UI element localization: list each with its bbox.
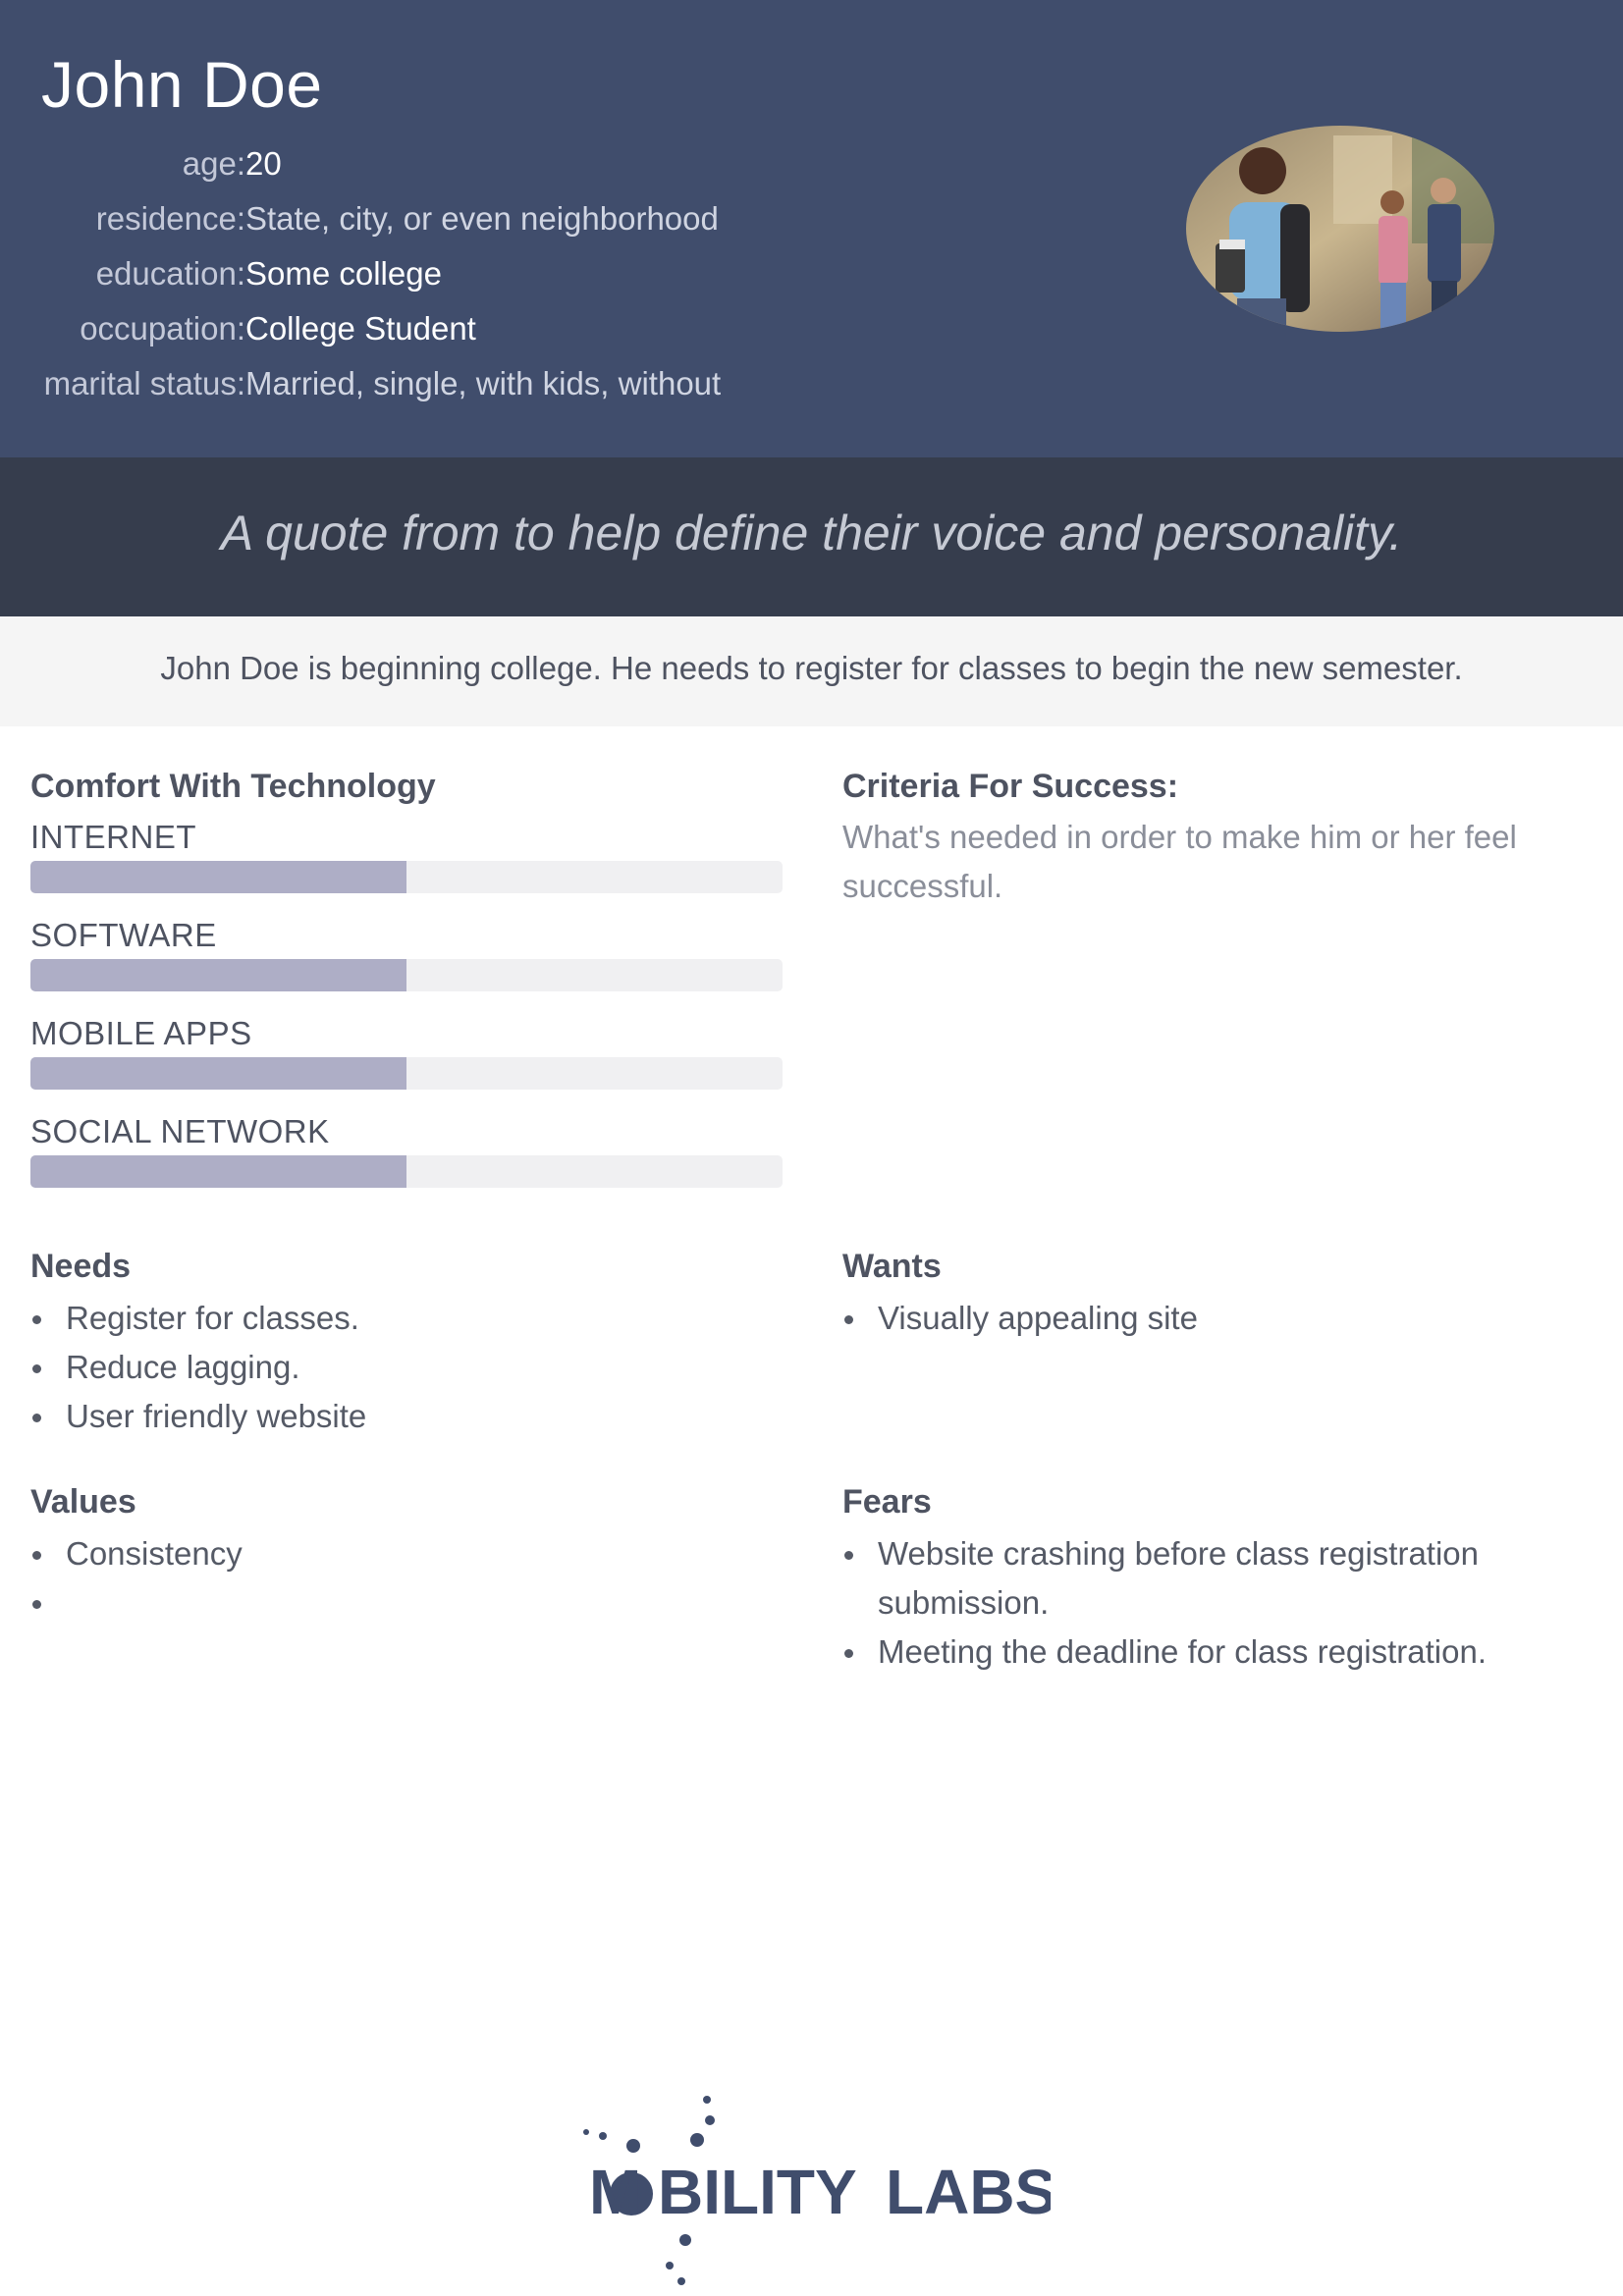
field-residence: residence: State, city, or even neighbor…: [0, 200, 719, 255]
skill-label-mobile-apps: MOBILE APPS: [30, 1015, 252, 1051]
needs-list: Register for classes. Reduce lagging. Us…: [30, 1294, 796, 1441]
skill-bar-software: [30, 959, 783, 991]
skill-label-internet: INTERNET: [30, 819, 196, 855]
persona-quote: A quote from to help define their voice …: [220, 506, 1403, 561]
values-heading: Values: [30, 1483, 136, 1521]
criteria-text: What's needed in order to make him or he…: [842, 819, 1517, 904]
list-item: Visually appealing site: [842, 1294, 1549, 1343]
skill-bar-fill: [30, 1057, 406, 1090]
wants-list: Visually appealing site: [842, 1294, 1549, 1343]
logo-icon: M BILITY LABS: [583, 2096, 1056, 2285]
needs-heading: Needs: [30, 1248, 132, 1285]
wants-heading: Wants: [842, 1248, 942, 1285]
skill-bar-fill: [30, 861, 406, 893]
summary-band: John Doe is beginning college. He needs …: [0, 616, 1623, 726]
logo-text-labs: LABS: [886, 2157, 1051, 2227]
fears-heading: Fears: [842, 1483, 932, 1521]
persona-photo-icon: [1186, 126, 1494, 332]
list-item: Reduce lagging.: [30, 1343, 796, 1392]
persona-name: John Doe: [41, 48, 323, 121]
persona-photo: [1186, 126, 1494, 332]
list-item: Website crashing before class registrati…: [842, 1529, 1510, 1628]
skill-bar-internet: [30, 861, 783, 893]
field-value: Married, single, with kids, without: [245, 365, 722, 401]
field-age: age: 20: [0, 145, 282, 200]
criteria-heading: Criteria For Success:: [842, 768, 1179, 805]
persona-header: John Doe age: 20 residence: State, city,…: [0, 0, 1623, 457]
skill-bar-social-network: [30, 1155, 783, 1188]
field-education: education: Some college: [0, 255, 442, 310]
skill-bar-fill: [30, 1155, 406, 1188]
comfort-heading: Comfort With Technology: [30, 768, 436, 805]
skill-bar-fill: [30, 959, 406, 991]
field-marital-status: marital status: Married, single, with ki…: [0, 365, 722, 420]
field-label: age:: [182, 145, 245, 182]
list-item: [30, 1578, 796, 1628]
field-value: 20: [245, 145, 282, 182]
skill-label-social-network: SOCIAL NETWORK: [30, 1113, 330, 1149]
list-item: Meeting the deadline for class registrat…: [842, 1628, 1510, 1677]
mobility-labs-logo: M BILITY LABS: [579, 2091, 1056, 2287]
field-value: College Student: [245, 310, 476, 347]
skill-bar-mobile-apps: [30, 1057, 783, 1090]
field-occupation: occupation: College Student: [0, 310, 476, 365]
field-value: State, city, or even neighborhood: [245, 200, 719, 237]
skill-label-software: SOFTWARE: [30, 917, 217, 953]
logo-text-bility: BILITY: [658, 2157, 857, 2227]
list-item: Register for classes.: [30, 1294, 796, 1343]
logo-text-m: M: [589, 2157, 641, 2227]
field-label: residence:: [95, 200, 245, 237]
quote-band: A quote from to help define their voice …: [0, 457, 1623, 616]
field-label: occupation:: [80, 310, 245, 347]
persona-summary: John Doe is beginning college. He needs …: [160, 650, 1463, 686]
field-label: marital status:: [43, 365, 245, 401]
values-list: Consistency: [30, 1529, 796, 1628]
field-value: Some college: [245, 255, 442, 292]
fears-list: Website crashing before class registrati…: [842, 1529, 1510, 1677]
list-item: User friendly website: [30, 1392, 796, 1441]
list-item: Consistency: [30, 1529, 796, 1578]
field-label: education:: [95, 255, 245, 292]
